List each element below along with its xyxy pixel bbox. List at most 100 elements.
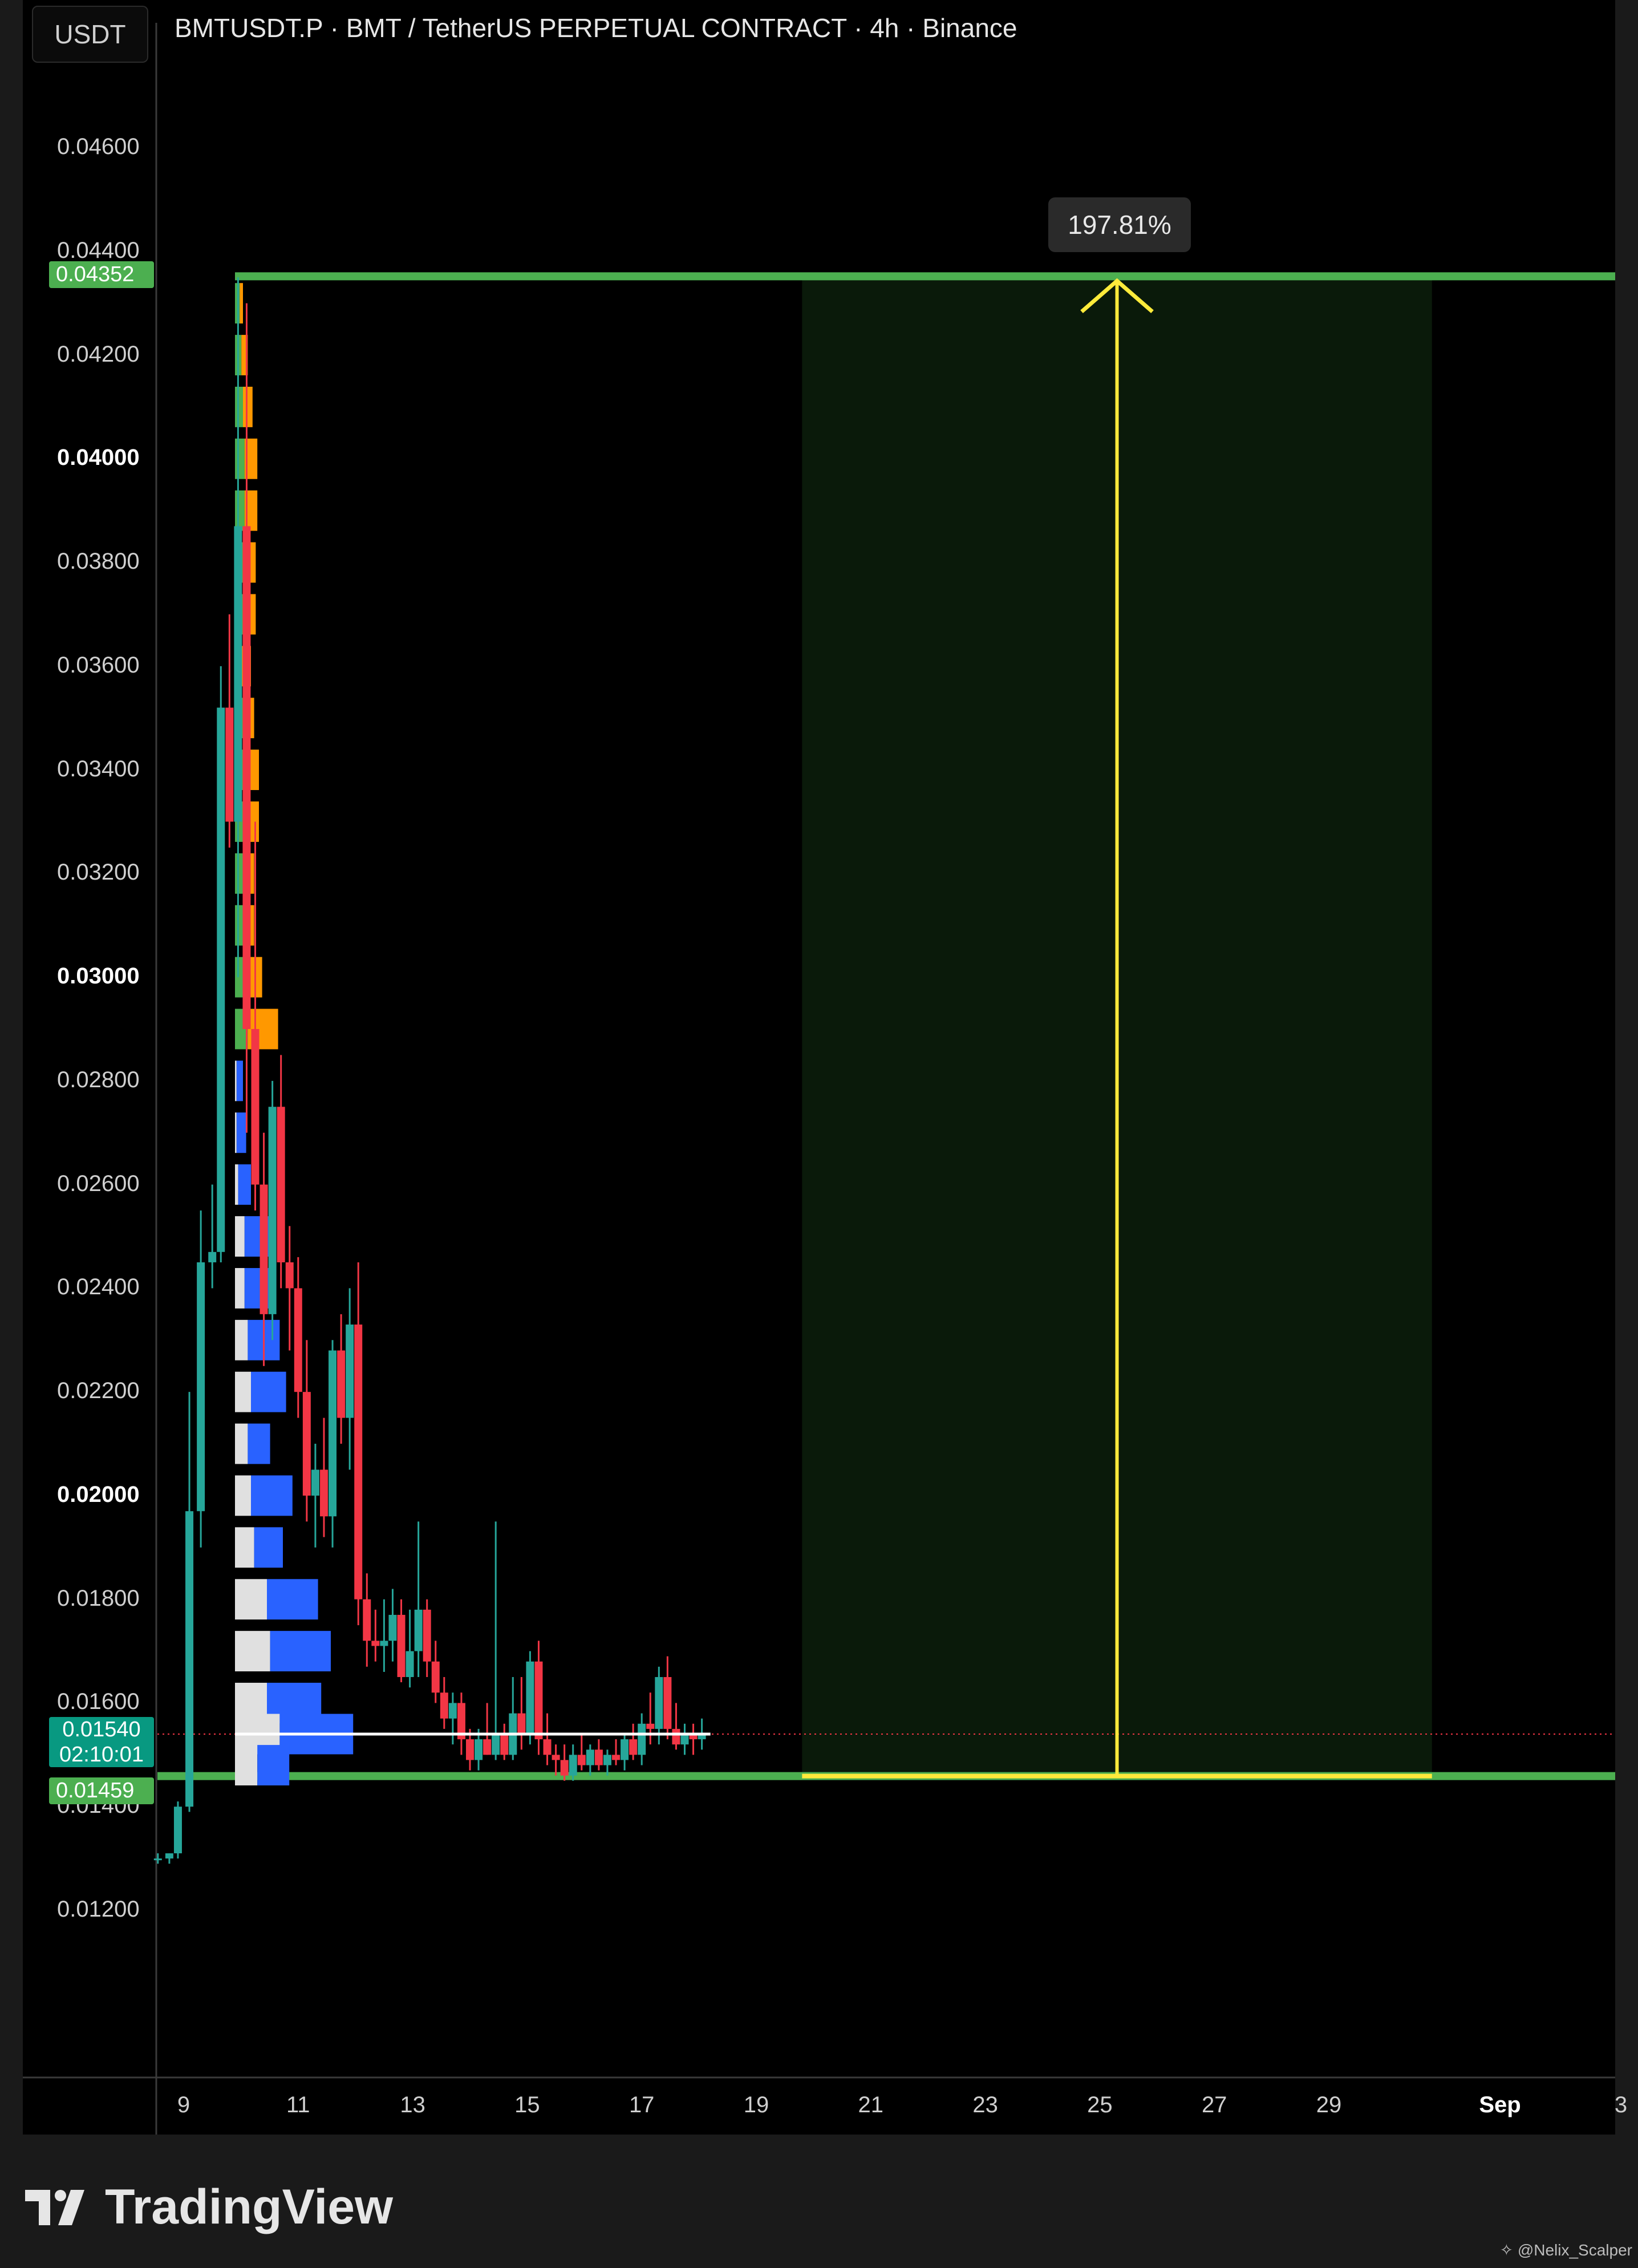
volume-profile-down-bar bbox=[248, 1423, 270, 1464]
time-tick-label: 3 bbox=[1614, 2092, 1628, 2117]
candle-body bbox=[680, 1734, 689, 1745]
volume-profile-down-bar bbox=[254, 1527, 283, 1568]
candle-body bbox=[431, 1661, 440, 1693]
candle-body bbox=[225, 707, 234, 822]
currency-selector[interactable]: USDT bbox=[32, 6, 148, 63]
candle-body bbox=[388, 1614, 397, 1641]
current-price-value: 0.01540 bbox=[62, 1718, 141, 1742]
candle-body bbox=[526, 1661, 534, 1734]
candle-body bbox=[500, 1734, 509, 1755]
brand-name: TradingView bbox=[105, 2180, 393, 2234]
price-tick-label: 0.01600 bbox=[57, 1689, 140, 1715]
volume-profile-up-bar bbox=[235, 1631, 270, 1672]
candle-body bbox=[185, 1511, 194, 1807]
volume-profile-down-bar bbox=[270, 1631, 331, 1672]
time-tick-label: 21 bbox=[858, 2092, 884, 2117]
candle-body bbox=[319, 1469, 328, 1517]
candle-body bbox=[346, 1325, 354, 1418]
time-tick-label: Sep bbox=[1479, 2092, 1521, 2117]
time-tick-label: 9 bbox=[177, 2092, 190, 2117]
candle-body bbox=[294, 1288, 302, 1392]
candle-body bbox=[475, 1739, 483, 1760]
volume-profile-down-bar bbox=[236, 1060, 243, 1101]
tradingview-logo[interactable]: TradingView bbox=[25, 2179, 393, 2235]
volume-profile-up-bar bbox=[235, 853, 243, 894]
price-tick-label: 0.02200 bbox=[57, 1378, 140, 1404]
time-tick-label: 23 bbox=[972, 2092, 998, 2117]
candle-body bbox=[560, 1760, 569, 1776]
candle-body bbox=[208, 1252, 217, 1262]
candle-body bbox=[517, 1713, 526, 1734]
volume-profile-up-bar bbox=[235, 1060, 237, 1101]
candle-body bbox=[260, 1184, 268, 1314]
candle-body bbox=[363, 1599, 371, 1641]
volume-profile-up-bar bbox=[235, 386, 243, 427]
price-tick-label: 0.04400 bbox=[57, 237, 140, 263]
candle-body bbox=[311, 1469, 319, 1496]
current-price-tag: 0.01540 02:10:01 bbox=[49, 1717, 154, 1767]
volume-profile-down-bar bbox=[238, 1164, 251, 1205]
price-tick-label: 0.03400 bbox=[57, 756, 140, 781]
time-tick-label: 25 bbox=[1087, 2092, 1113, 2117]
volume-profile-up-bar bbox=[235, 1267, 245, 1309]
price-tick-label: 0.03200 bbox=[57, 860, 140, 885]
price-tick-label: 0.04000 bbox=[57, 445, 140, 471]
volume-profile-up-bar bbox=[235, 905, 243, 946]
candle-body bbox=[629, 1739, 638, 1755]
price-tick-label: 0.01800 bbox=[57, 1585, 140, 1611]
time-tick-label: 19 bbox=[743, 2092, 769, 2117]
volume-profile-up-bar bbox=[235, 1112, 237, 1153]
bar-countdown: 02:10:01 bbox=[59, 1743, 144, 1767]
candle-body bbox=[448, 1703, 457, 1719]
measure-percent-label: 197.81% bbox=[1048, 197, 1191, 252]
candle-body bbox=[302, 1392, 311, 1496]
candle-body bbox=[577, 1755, 586, 1765]
price-tick-label: 0.02600 bbox=[57, 1171, 140, 1196]
candle-body bbox=[466, 1739, 474, 1760]
price-chart[interactable] bbox=[0, 0, 1638, 2268]
candle-body bbox=[672, 1728, 680, 1745]
volume-profile-down-bar bbox=[251, 1371, 286, 1412]
author-icon: ✧ bbox=[1499, 2241, 1514, 2259]
author-name: @Nelix_Scalper bbox=[1517, 2241, 1632, 2259]
candle-body bbox=[603, 1755, 611, 1765]
candle-body bbox=[552, 1755, 560, 1760]
candle-body bbox=[173, 1807, 182, 1854]
price-tick-label: 0.03800 bbox=[57, 549, 140, 574]
volume-profile-up-bar bbox=[235, 1216, 245, 1257]
author-credit: ✧ @Nelix_Scalper bbox=[1500, 2241, 1632, 2259]
candle-body bbox=[197, 1262, 205, 1512]
candle-body bbox=[543, 1739, 552, 1755]
candle-body bbox=[492, 1734, 500, 1755]
price-tick-label: 0.02000 bbox=[57, 1481, 140, 1507]
time-tick-label: 13 bbox=[400, 2092, 425, 2117]
candle-body bbox=[217, 707, 225, 1252]
candle-body bbox=[586, 1749, 594, 1765]
candle-body bbox=[285, 1262, 294, 1289]
tradingview-mark-icon bbox=[25, 2189, 84, 2225]
candle-body bbox=[337, 1350, 346, 1418]
volume-profile-up-bar bbox=[235, 1475, 251, 1516]
volume-profile-down-bar bbox=[240, 283, 243, 324]
chart-window: USDT BMTUSDT.P · BMT / TetherUS PERPETUA… bbox=[0, 0, 1638, 2268]
time-tick-label: 29 bbox=[1316, 2092, 1342, 2117]
candle-body bbox=[621, 1739, 629, 1760]
candle-body bbox=[646, 1723, 655, 1729]
volume-profile-up-bar bbox=[235, 1423, 248, 1464]
candle-body bbox=[406, 1651, 414, 1678]
price-tick-label: 0.03000 bbox=[57, 963, 140, 989]
candle-body bbox=[380, 1641, 388, 1646]
volume-profile-up-bar bbox=[235, 1527, 254, 1568]
candle-body bbox=[612, 1755, 621, 1760]
candle-body bbox=[242, 526, 251, 1029]
volume-profile-down-bar bbox=[267, 1579, 318, 1620]
candle-body bbox=[594, 1749, 603, 1765]
price-tick-label: 0.01200 bbox=[57, 1897, 140, 1922]
time-tick-label: 17 bbox=[629, 2092, 655, 2117]
candle-body bbox=[397, 1614, 406, 1678]
support-price-tag: 0.01459 bbox=[49, 1777, 154, 1804]
candle-body bbox=[277, 1107, 285, 1262]
candle-body bbox=[165, 1853, 173, 1859]
candle-body bbox=[268, 1107, 277, 1314]
candle-body bbox=[534, 1661, 543, 1740]
